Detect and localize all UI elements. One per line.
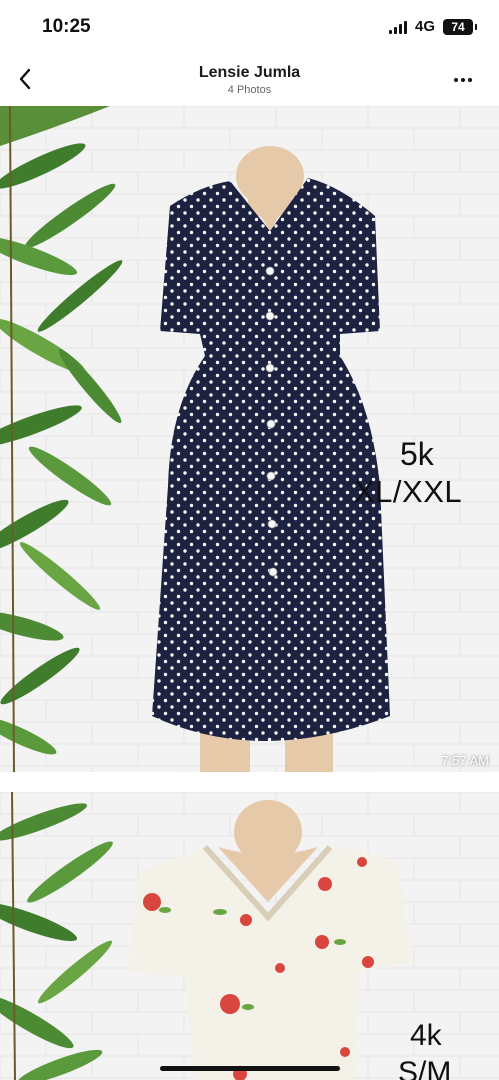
status-bar: 10:25 4G 74 [0, 0, 499, 54]
more-horizontal-icon [454, 78, 458, 82]
photo-floral-dress[interactable]: 4k S/M [0, 792, 499, 1080]
size-label: XL/XXL [354, 474, 463, 509]
battery-icon: 74 [443, 18, 477, 35]
status-indicators: 4G 74 [388, 18, 477, 35]
photo-count: 4 Photos [227, 84, 272, 96]
more-options-button[interactable] [449, 70, 477, 90]
price-label: 4k [410, 1019, 442, 1052]
home-indicator[interactable] [160, 1066, 340, 1071]
size-label: S/M [398, 1056, 452, 1080]
album-title: Lensie Jumla [198, 64, 301, 81]
price-label: 5k [400, 436, 434, 472]
signal-icon [388, 20, 407, 34]
album-header: Lensie Jumla 4 Photos [0, 54, 499, 106]
photo-divider [0, 772, 499, 792]
network-type: 4G [414, 18, 435, 35]
photo-polka-dot-dress[interactable]: 5k XL/XXL 7:57 AM [0, 106, 499, 772]
photo-timestamp: 7:57 AM [441, 753, 489, 768]
status-time: 10:25 [42, 16, 91, 37]
